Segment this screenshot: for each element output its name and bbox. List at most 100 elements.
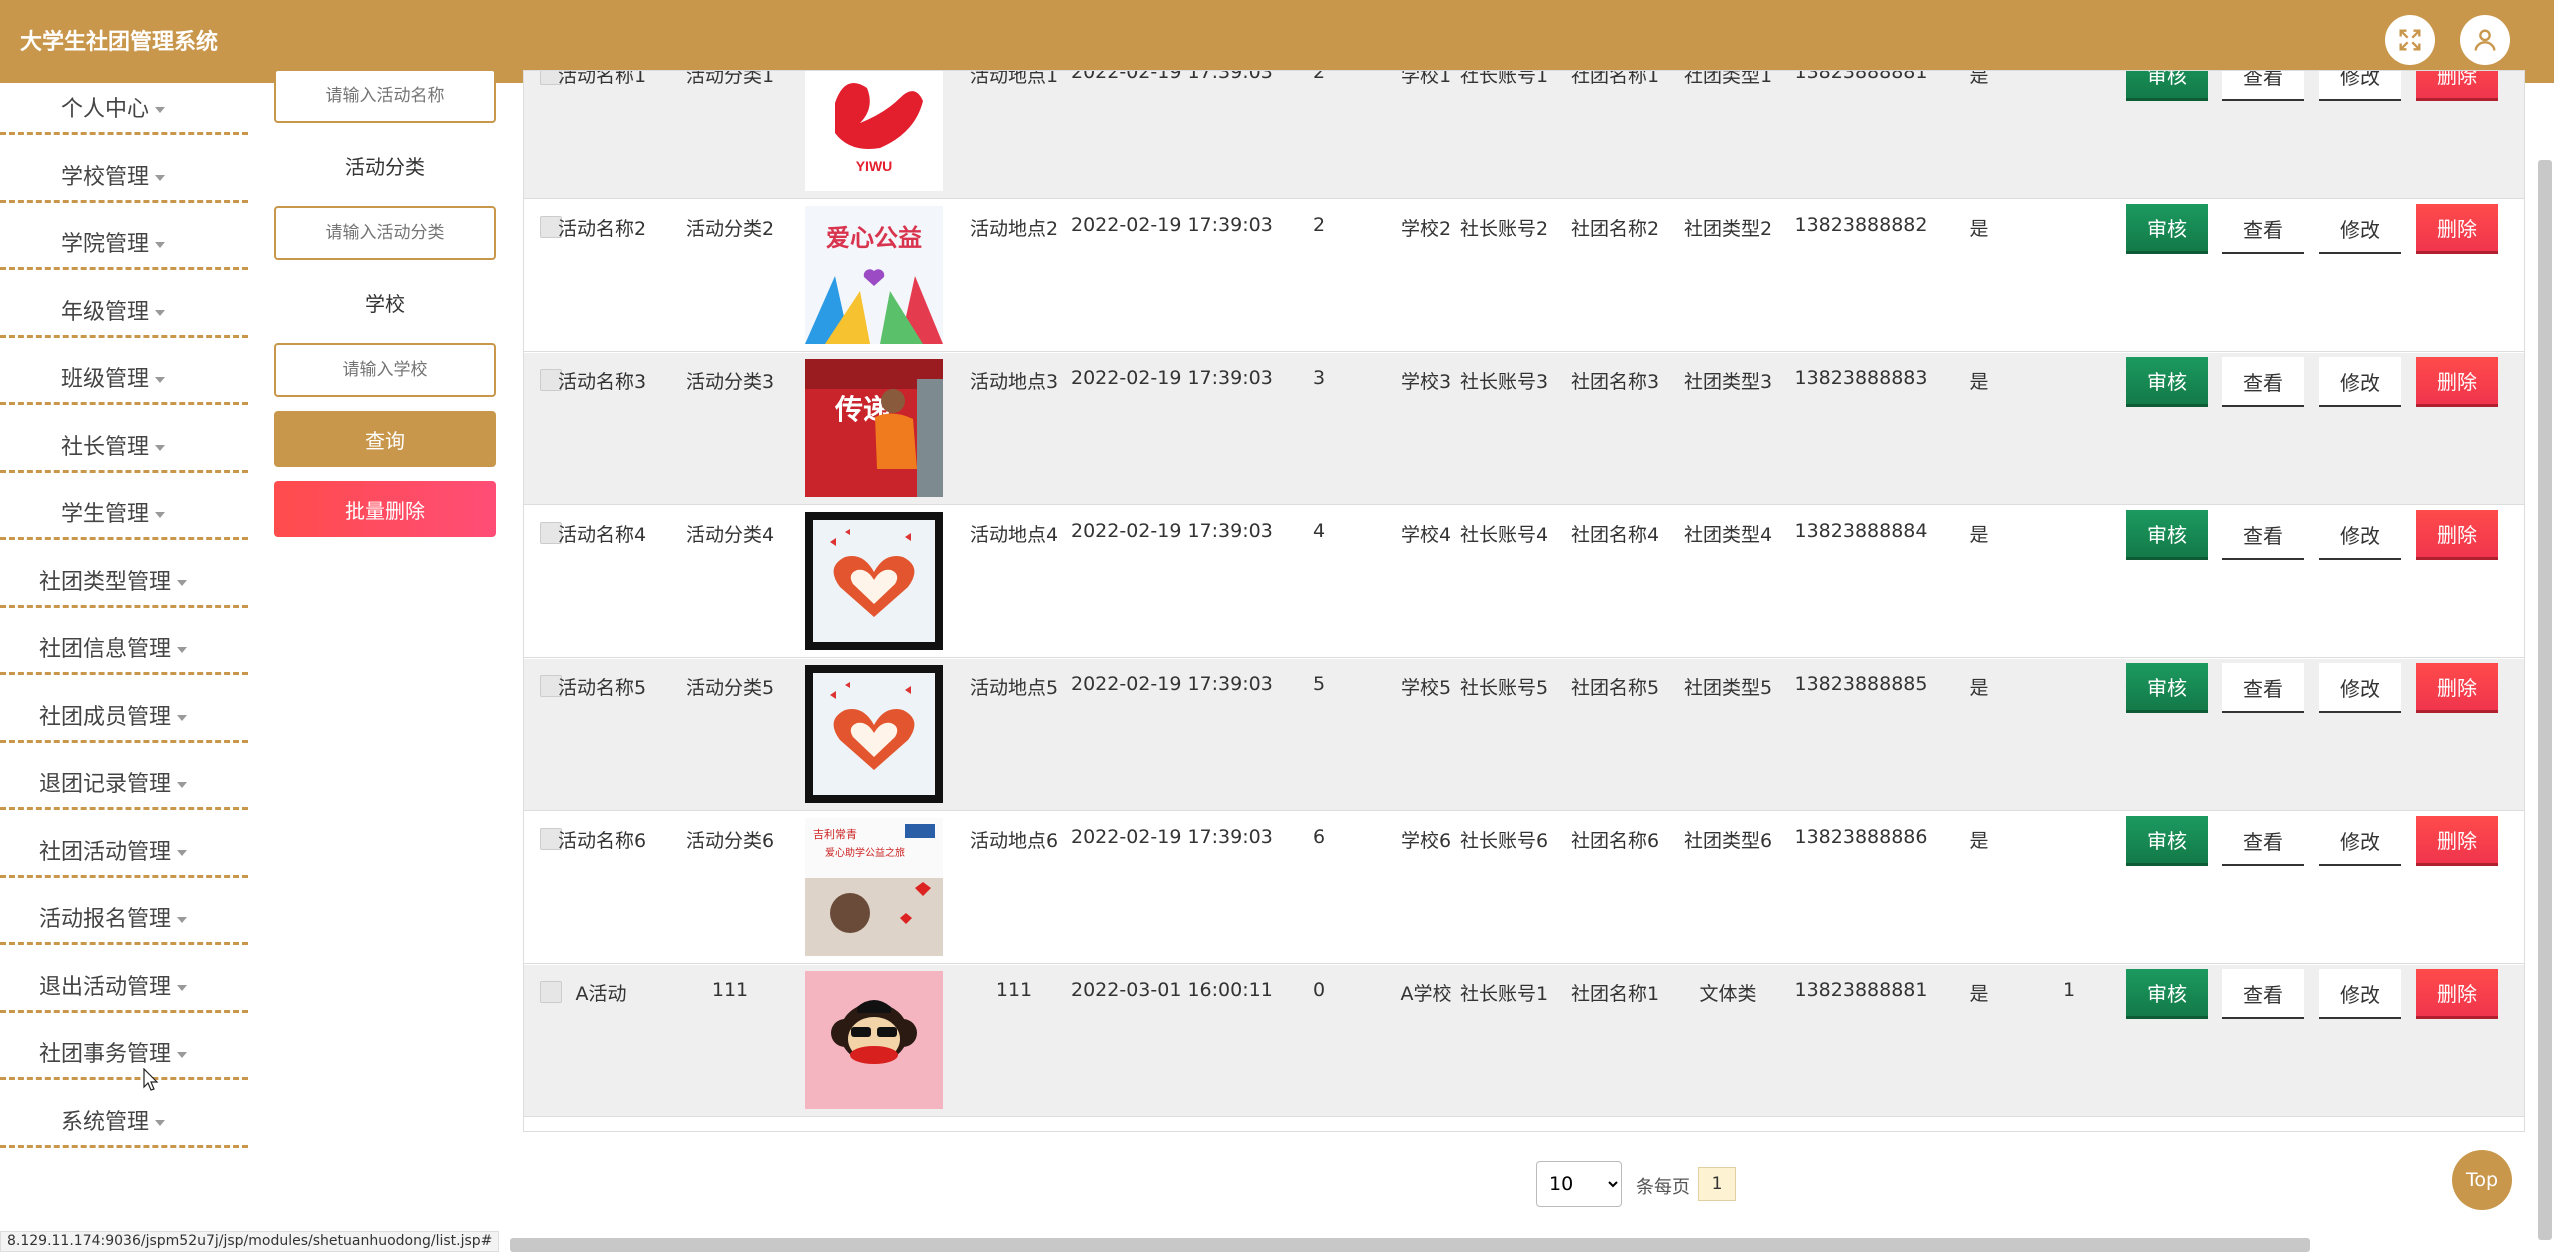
audit-button[interactable]: 审核 <box>2126 204 2208 254</box>
sidebar-item-label: 学院管理 <box>0 226 226 258</box>
delete-button[interactable]: 删除 <box>2416 204 2498 254</box>
cell-category: 活动分类5 <box>685 677 775 699</box>
audit-button[interactable]: 审核 <box>2126 510 2208 560</box>
audit-button[interactable]: 审核 <box>2126 816 2208 866</box>
sidebar-item[interactable]: 系统管理 <box>0 1088 248 1148</box>
edit-button[interactable]: 修改 <box>2319 71 2401 101</box>
cell-phone: 13823888881 <box>1794 70 1928 83</box>
edit-button[interactable]: 修改 <box>2319 357 2401 407</box>
view-button[interactable]: 查看 <box>2222 816 2304 866</box>
sidebar-item[interactable]: 学院管理 <box>0 210 248 270</box>
chevron-down-icon <box>177 647 187 653</box>
page-number[interactable]: 1 <box>1698 1167 1736 1201</box>
delete-button[interactable]: 删除 <box>2416 969 2498 1019</box>
cell-phone: 13823888885 <box>1794 673 1928 695</box>
cell-leader: 社长账号3 <box>1459 371 1549 393</box>
chevron-down-icon <box>155 1119 165 1126</box>
cell-leader: 社长账号1 <box>1459 983 1549 1005</box>
user-icon <box>2474 29 2496 51</box>
sidebar-item[interactable]: 个人中心 <box>0 75 248 135</box>
sidebar-item-label: 学生管理 <box>0 496 226 528</box>
activity-image <box>805 512 943 650</box>
sidebar-item[interactable]: 活动报名管理 <box>0 885 248 945</box>
cell-club: 社团名称4 <box>1570 524 1660 546</box>
school-input[interactable] <box>274 343 496 397</box>
sidebar-item[interactable]: 社团类型管理 <box>0 548 248 608</box>
edit-button[interactable]: 修改 <box>2319 204 2401 254</box>
table-row: YIWU 活动名称1 活动分类1 活动地点1 2022-02-19 17:39:03 2 学… <box>524 70 2524 199</box>
view-button[interactable]: 查看 <box>2222 969 2304 1019</box>
fullscreen-icon <box>2399 29 2421 51</box>
sidebar-item[interactable]: 年级管理 <box>0 278 248 338</box>
cell-count: 2 <box>1312 70 1326 83</box>
user-avatar-button[interactable] <box>2460 15 2510 65</box>
cell-name: 活动名称4 <box>558 524 647 546</box>
chevron-down-icon <box>177 984 187 991</box>
delete-button[interactable]: 删除 <box>2416 71 2498 101</box>
sidebar-item[interactable]: 班级管理 <box>0 345 248 405</box>
audit-button[interactable]: 审核 <box>2126 71 2208 101</box>
sidebar-item[interactable]: 退出活动管理 <box>0 953 248 1013</box>
chevron-down-icon <box>177 579 187 586</box>
table-row: 活动名称5 活动分类5 活动地点5 2022-02-19 17:39:03 5 学校5 社长… <box>524 659 2524 811</box>
cell-phone: 13823888881 <box>1794 979 1928 1001</box>
sidebar-item-text: 社团事务管理 <box>38 1042 171 1067</box>
sidebar-item-label: 社团成员管理 <box>0 699 226 731</box>
view-button[interactable]: 查看 <box>2222 71 2304 101</box>
sidebar-item[interactable]: 学校管理 <box>0 143 248 203</box>
sidebar-item[interactable]: 社长管理 <box>0 413 248 473</box>
activity-image: YIWU <box>805 71 943 191</box>
view-button[interactable]: 查看 <box>2222 663 2304 713</box>
audit-button[interactable]: 审核 <box>2126 357 2208 407</box>
edit-button[interactable]: 修改 <box>2319 510 2401 560</box>
delete-button[interactable]: 删除 <box>2416 663 2498 713</box>
sidebar-item[interactable]: 社团事务管理 <box>0 1020 248 1080</box>
sidebar-item[interactable]: 退团记录管理 <box>0 750 248 810</box>
cell-club: 社团名称6 <box>1570 830 1660 852</box>
sidebar-item[interactable]: 学生管理 <box>0 480 248 540</box>
back-to-top-button[interactable]: Top <box>2452 1150 2512 1210</box>
cell-leader: 社长账号5 <box>1459 677 1549 699</box>
chevron-down-icon <box>177 782 187 788</box>
chevron-down-icon <box>155 242 165 248</box>
delete-button[interactable]: 删除 <box>2416 357 2498 407</box>
sidebar-item-label: 学校管理 <box>0 159 226 191</box>
query-button[interactable]: 查询 <box>274 411 496 467</box>
audit-button[interactable]: 审核 <box>2126 969 2208 1019</box>
batch-delete-button[interactable]: 批量删除 <box>274 481 496 537</box>
sidebar-item-label: 系统管理 <box>0 1104 226 1136</box>
cell-phone: 13823888882 <box>1794 214 1928 236</box>
cell-count: 4 <box>1312 520 1326 542</box>
sidebar-item-label: 活动报名管理 <box>0 901 226 933</box>
view-button[interactable]: 查看 <box>2222 510 2304 560</box>
table-row: A活动 111 111 2022-03-01 16:00:11 0 A学校 社长账号1 社团名… <box>524 965 2524 1117</box>
sidebar-item[interactable]: 社团成员管理 <box>0 683 248 743</box>
view-button[interactable]: 查看 <box>2222 204 2304 254</box>
cell-flag: 是 <box>1969 218 1989 240</box>
vertical-scrollbar[interactable] <box>2538 160 2552 1240</box>
delete-button[interactable]: 删除 <box>2416 816 2498 866</box>
activity-image: 传递 <box>805 359 943 497</box>
fullscreen-button[interactable] <box>2385 15 2435 65</box>
svg-text:吉利常青: 吉利常青 <box>813 828 857 841</box>
sidebar-item-label: 退出活动管理 <box>0 969 226 1001</box>
cell-count: 5 <box>1312 673 1326 695</box>
cell-time: 2022-02-19 17:39:03 <box>1071 826 1273 848</box>
cell-phone: 13823888884 <box>1794 520 1928 542</box>
sidebar-item[interactable]: 社团信息管理 <box>0 615 248 675</box>
page-size-select[interactable]: 10 <box>1536 1161 1622 1207</box>
horizontal-scrollbar[interactable] <box>510 1238 2310 1252</box>
sidebar-item-text: 社团类型管理 <box>38 569 171 595</box>
edit-button[interactable]: 修改 <box>2319 969 2401 1019</box>
delete-button[interactable]: 删除 <box>2416 510 2498 560</box>
edit-button[interactable]: 修改 <box>2319 663 2401 713</box>
sidebar-item-text: 社长管理 <box>60 434 149 460</box>
sidebar-item[interactable]: 社团活动管理 <box>0 818 248 878</box>
audit-button[interactable]: 审核 <box>2126 663 2208 713</box>
sidebar-item-label: 社长管理 <box>0 429 226 461</box>
chevron-down-icon <box>177 714 187 721</box>
category-input[interactable] <box>274 206 496 260</box>
activity-name-input[interactable] <box>274 69 496 123</box>
view-button[interactable]: 查看 <box>2222 357 2304 407</box>
edit-button[interactable]: 修改 <box>2319 816 2401 866</box>
